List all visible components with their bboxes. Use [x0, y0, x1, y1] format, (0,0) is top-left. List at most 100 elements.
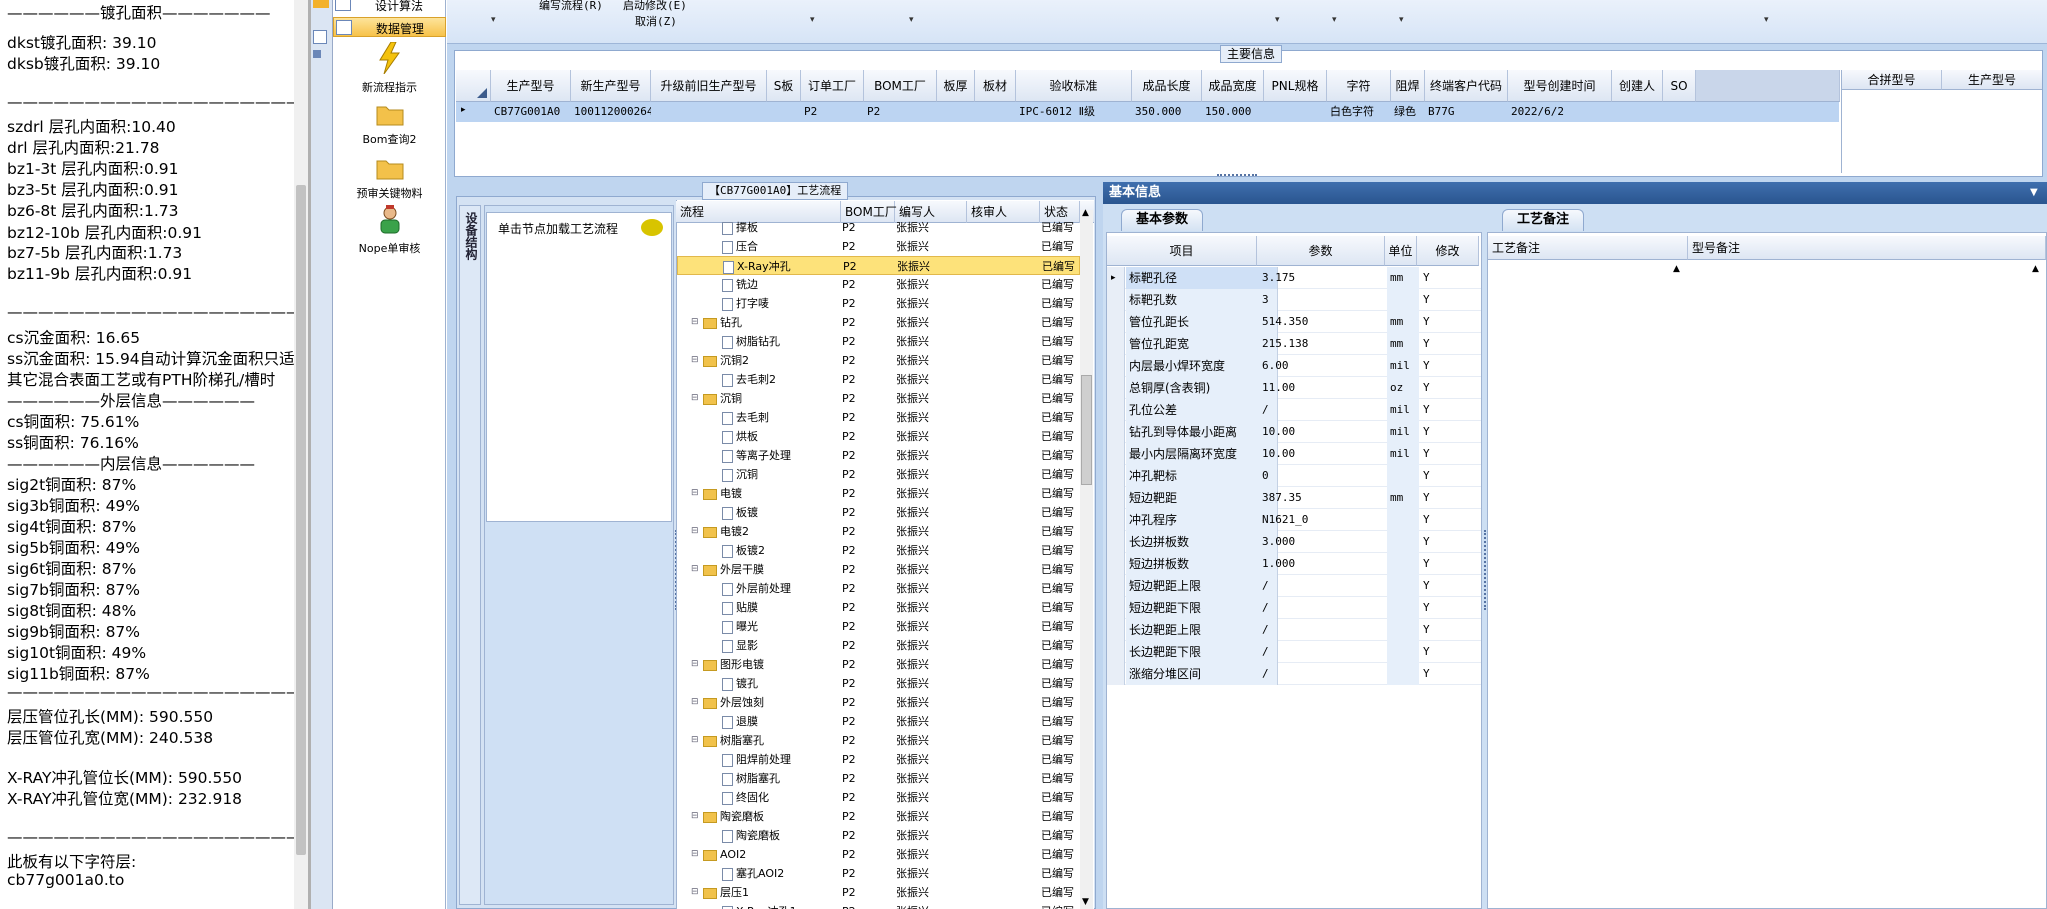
param-cell-value[interactable]: / — [1259, 597, 1387, 619]
tree-row[interactable]: 曝光 P2 张振兴 已编写 — [677, 617, 1080, 636]
load-flow-text[interactable]: 单击节点加载工艺流程 — [498, 220, 618, 237]
tree-row[interactable]: 塞孔AOI2 P2 张振兴 已编写 — [677, 864, 1080, 883]
main-header-cell[interactable]: 升级前旧生产型号 — [651, 70, 767, 102]
nope-review-button[interactable]: Nope单审核 — [333, 205, 446, 256]
param-cell-value[interactable]: 1.000 — [1259, 553, 1387, 575]
scroll-up-icon[interactable]: ▲ — [1082, 208, 1089, 218]
tree-row[interactable]: 树脂钻孔 P2 张振兴 已编写 — [677, 332, 1080, 351]
cancel-button[interactable]: 取消(Z) — [635, 13, 677, 29]
param-cell-value[interactable]: / — [1259, 619, 1387, 641]
main-cell[interactable]: 2022/6/2 — [1508, 102, 1612, 122]
chevron-down-icon[interactable]: ▾ — [1399, 15, 1404, 25]
expand-icon[interactable]: ⊟ — [691, 522, 699, 541]
chevron-down-icon[interactable]: ▾ — [1332, 15, 1337, 25]
start-edit-button[interactable]: 启动修改(E) — [623, 0, 687, 13]
device-structure-tab[interactable] — [459, 205, 481, 905]
new-flow-button[interactable]: 新流程指示 — [333, 41, 446, 95]
main-header-cell[interactable]: S板 — [767, 70, 801, 102]
scroll-down-icon[interactable]: ▼ — [1082, 897, 1089, 907]
tree-row[interactable]: X-Ray冲孔1 P2 张振兴 已编写 — [677, 902, 1080, 909]
main-cell[interactable]: 350.000 — [1132, 102, 1202, 122]
tree-row[interactable]: X-Ray冲孔 P2 张振兴 已编写 — [677, 256, 1080, 275]
scroll-up-icon[interactable]: ▲ — [2032, 264, 2039, 274]
tree-row[interactable]: 树脂塞孔 P2 张振兴 已编写 — [677, 769, 1080, 788]
tree-row[interactable]: ⊟ 图形电镀 P2 张振兴 已编写 — [677, 655, 1080, 674]
tree-row[interactable]: 贴膜 P2 张振兴 已编写 — [677, 598, 1080, 617]
tree-row[interactable]: ⊟ 沉铜 P2 张振兴 已编写 — [677, 389, 1080, 408]
param-cell-value[interactable]: N1621_0 — [1259, 509, 1387, 531]
param-row[interactable]: 短边靶距 387.35 mm Y — [1107, 487, 1481, 509]
param-cell-value[interactable]: / — [1259, 575, 1387, 597]
main-header-cell[interactable]: 板材 — [975, 70, 1016, 102]
tree-row[interactable]: ⊟ 陶瓷磨板 P2 张振兴 已编写 — [677, 807, 1080, 826]
param-cell-value[interactable]: 11.00 — [1259, 377, 1387, 399]
chevron-down-icon[interactable]: ▾ — [491, 15, 496, 25]
expand-icon[interactable]: ⊟ — [691, 313, 699, 332]
param-row[interactable]: 最小内层隔离环宽度 10.00 mil Y — [1107, 443, 1481, 465]
main-header-cell[interactable]: 板厚 — [937, 70, 975, 102]
main-header-cell[interactable]: 新生产型号 — [571, 70, 651, 102]
main-cell[interactable]: CB77G001A0 — [491, 102, 571, 122]
param-row[interactable]: 管位孔距宽 215.138 mm Y — [1107, 333, 1481, 355]
param-row[interactable]: 长边靶距上限 / Y — [1107, 619, 1481, 641]
param-cell-value[interactable]: 3 — [1259, 289, 1387, 311]
param-cell-value[interactable]: 0 — [1259, 465, 1387, 487]
param-cell-value[interactable]: / — [1259, 399, 1387, 421]
expand-icon[interactable]: ⊟ — [691, 731, 699, 750]
main-cell[interactable]: 10011200026498 — [571, 102, 651, 122]
param-cell-value[interactable]: 10.00 — [1259, 443, 1387, 465]
tree-row[interactable]: 阻焊前处理 P2 张振兴 已编写 — [677, 750, 1080, 769]
param-row[interactable]: ▸ 标靶孔径 3.175 mm Y — [1107, 267, 1481, 289]
tree-scrollbar[interactable] — [1080, 210, 1093, 909]
main-cell[interactable]: 绿色 — [1391, 102, 1425, 122]
main-cell[interactable]: B77G — [1425, 102, 1508, 122]
tree-row[interactable]: 去毛刺 P2 张振兴 已编写 — [677, 408, 1080, 427]
param-cell-value[interactable]: / — [1259, 641, 1387, 663]
tree-scrollbar-thumb[interactable] — [1081, 375, 1092, 485]
param-row[interactable]: 总铜厚(含表铜) 11.00 oz Y — [1107, 377, 1481, 399]
tree-row[interactable]: 外层前处理 P2 张振兴 已编写 — [677, 579, 1080, 598]
tree-row[interactable]: 撑板 P2 张振兴 已编写 — [677, 218, 1080, 237]
expand-icon[interactable]: ⊟ — [691, 389, 699, 408]
param-row[interactable]: 长边靶距下限 / Y — [1107, 641, 1481, 663]
collapse-icon[interactable]: ▼ — [2030, 187, 2038, 198]
tree-row[interactable]: 退膜 P2 张振兴 已编写 — [677, 712, 1080, 731]
chevron-down-icon[interactable]: ▾ — [909, 15, 914, 25]
main-header-cell[interactable]: 成品宽度 — [1202, 70, 1264, 102]
main-cell[interactable]: P2 — [864, 102, 937, 122]
main-header-cell[interactable]: 阻焊 — [1391, 70, 1425, 102]
main-header-cell[interactable]: SO — [1663, 70, 1696, 102]
chevron-down-icon[interactable]: ▾ — [1275, 15, 1280, 25]
notes-scrollbar-thumb[interactable] — [296, 185, 306, 855]
param-row[interactable]: 冲孔靶标 0 Y — [1107, 465, 1481, 487]
expand-icon[interactable]: ⊟ — [691, 351, 699, 370]
nav-item-design[interactable]: 设计算法 — [333, 0, 446, 16]
param-row[interactable]: 短边靶距下限 / Y — [1107, 597, 1481, 619]
main-cell[interactable]: 白色字符 — [1327, 102, 1391, 122]
expand-icon[interactable]: ⊟ — [691, 560, 699, 579]
param-row[interactable]: 短边靶距上限 / Y — [1107, 575, 1481, 597]
main-header-cell[interactable]: 成品长度 — [1132, 70, 1202, 102]
main-header-cell[interactable]: 订单工厂 — [801, 70, 864, 102]
tree-row[interactable]: 打字唛 P2 张振兴 已编写 — [677, 294, 1080, 313]
param-row[interactable]: 长边拼板数 3.000 Y — [1107, 531, 1481, 553]
scroll-up-icon[interactable]: ▲ — [1673, 264, 1680, 274]
main-header-cell[interactable]: 创建人 — [1612, 70, 1663, 102]
param-row[interactable]: 孔位公差 / mil Y — [1107, 399, 1481, 421]
param-cell-value[interactable]: / — [1259, 663, 1387, 685]
param-cell-value[interactable]: 6.00 — [1259, 355, 1387, 377]
expand-icon[interactable]: ⊟ — [691, 655, 699, 674]
param-cell-value[interactable]: 387.35 — [1259, 487, 1387, 509]
param-row[interactable]: 标靶孔数 3 Y — [1107, 289, 1481, 311]
main-header-cell[interactable]: 生产型号 — [491, 70, 571, 102]
tree-row[interactable]: ⊟ AOI2 P2 张振兴 已编写 — [677, 845, 1080, 864]
main-header-cell[interactable]: 终端客户代码 — [1425, 70, 1508, 102]
tree-row[interactable]: ⊟ 电镀2 P2 张振兴 已编写 — [677, 522, 1080, 541]
main-header-cell[interactable]: 字符 — [1327, 70, 1391, 102]
chevron-down-icon[interactable]: ▾ — [810, 15, 815, 25]
expand-icon[interactable]: ⊟ — [691, 845, 699, 864]
expand-icon[interactable]: ⊟ — [691, 807, 699, 826]
bom-query-button[interactable]: Bom查询2 — [333, 102, 446, 147]
param-row[interactable]: 内层最小焊环宽度 6.00 mil Y — [1107, 355, 1481, 377]
expand-icon[interactable]: ⊟ — [691, 693, 699, 712]
